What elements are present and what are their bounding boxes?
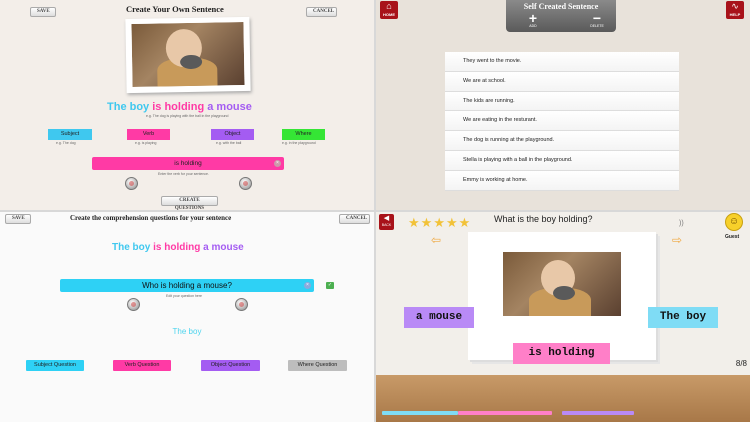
progress-counter: 8/8 (735, 359, 747, 368)
page-title: Create Your Own Sentence (126, 4, 224, 14)
star-icon: ★ (445, 215, 458, 230)
add-label: ADD (529, 24, 537, 28)
help-icon: ∿ (731, 1, 739, 11)
cancel-button[interactable]: CANCEL (306, 7, 337, 17)
list-item[interactable]: The kids are running. (445, 91, 679, 112)
minus-icon: − (592, 10, 602, 26)
object-hint: e.g. with the ball (216, 141, 242, 145)
speaker-icon[interactable]: )) (679, 220, 684, 227)
back-ball-icon[interactable] (127, 298, 140, 311)
help-label: HELP (729, 12, 741, 17)
comprehension-questions-panel: SAVE Create the comprehension questions … (0, 212, 374, 422)
question-hint: Edit your question here (166, 294, 202, 298)
question-input-value: Who is holding a mouse? (142, 281, 232, 290)
cancel-button[interactable]: CANCEL (339, 214, 370, 224)
sentence-verb: is holding (152, 101, 205, 113)
delete-button[interactable]: − DELETE (582, 10, 612, 28)
star-icon: ★ (408, 215, 420, 230)
picture-card (468, 232, 656, 360)
sentence-verb: is holding (153, 242, 201, 253)
star-icon: ★ (458, 215, 471, 230)
answer-text: The boy (172, 327, 202, 336)
sentence-preview: The boy is holding a mouse (112, 242, 244, 253)
question-input[interactable]: Who is holding a mouse? × (60, 279, 314, 292)
input-hint: Enter the verb for your sentence. (158, 172, 209, 176)
home-icon: ⌂ (386, 1, 392, 11)
verb-input-value: is holding (174, 160, 202, 167)
home-label: HOME (383, 12, 395, 17)
star-icon: ★ (433, 215, 445, 230)
back-ball-icon[interactable] (125, 177, 138, 190)
create-questions-button[interactable]: CREATE QUESTIONS (161, 196, 218, 210)
sentence-object: a mouse (207, 101, 252, 113)
question-title: What is the boy holding? (494, 214, 593, 224)
word-tile[interactable]: The boy (648, 307, 718, 328)
add-button[interactable]: + ADD (518, 10, 548, 28)
clear-icon[interactable]: × (274, 160, 281, 167)
back-button[interactable]: ◀ BACK (379, 214, 394, 230)
delete-label: DELETE (590, 24, 604, 28)
verb-chip[interactable]: Verb (127, 129, 170, 140)
list-item[interactable]: The dog is running at the playground. (445, 131, 679, 151)
save-button[interactable]: SAVE (5, 214, 31, 224)
list-item[interactable]: We are at school. (445, 71, 679, 92)
verb-input[interactable]: is holding × (92, 157, 284, 170)
word-tile[interactable]: is holding (513, 343, 610, 364)
next-ball-icon[interactable] (239, 177, 252, 190)
list-item[interactable]: They went to the movie. (445, 52, 679, 72)
back-icon: ◀ (383, 215, 390, 222)
subject-hint: e.g. The dog (56, 141, 76, 145)
toolbar: Self Created Sentence + ADD − DELETE (506, 0, 616, 32)
clear-icon[interactable]: × (304, 282, 311, 289)
word-tile[interactable]: a mouse (404, 307, 474, 328)
sentence-subject: The boy (107, 101, 150, 113)
back-label: BACK (381, 223, 392, 227)
confirm-icon[interactable]: ✓ (326, 282, 334, 289)
page-title: Create the comprehension questions for y… (70, 214, 232, 222)
object-question-button[interactable]: Object Question (201, 360, 260, 371)
sentence-list: They went to the movie. We are at school… (445, 52, 679, 191)
star-icon: ★ (420, 215, 433, 230)
where-hint: e.g. in the playground (282, 141, 316, 145)
help-button[interactable]: ∿ HELP (726, 1, 744, 19)
prev-arrow-icon[interactable]: ⇦ (431, 233, 441, 247)
list-item[interactable]: Stella is playing with a ball in the pla… (445, 150, 679, 171)
sentence-preview: The boy is holding a mouse (107, 101, 252, 113)
photo-frame (125, 16, 251, 94)
next-ball-icon[interactable] (235, 298, 248, 311)
verb-slot[interactable] (458, 411, 552, 415)
photo (503, 252, 621, 316)
subject-chip[interactable]: Subject (48, 129, 92, 140)
sentence-object: a mouse (203, 242, 244, 253)
self-created-sentence-panel: ⌂ HOME ∿ HELP Self Created Sentence + AD… (376, 0, 750, 210)
subject-slot[interactable] (382, 411, 458, 415)
photo (131, 22, 245, 87)
save-button[interactable]: SAVE (30, 7, 56, 17)
where-question-button[interactable]: Where Question (288, 360, 347, 371)
list-item[interactable]: We are eating in the resturant. (445, 111, 679, 132)
verb-question-button[interactable]: Verb Question (113, 360, 171, 371)
sentence-subject: The boy (112, 242, 151, 253)
object-slot[interactable] (562, 411, 634, 415)
star-rating: ★★★★★ (408, 214, 471, 232)
sentence-hint: e.g. The dog is playing with the ball in… (146, 114, 229, 118)
list-item[interactable]: Emmy is working at home. (445, 170, 679, 191)
verb-hint: e.g. is playing (135, 141, 157, 145)
subject-question-button[interactable]: Subject Question (26, 360, 84, 371)
plus-icon: + (528, 10, 538, 26)
smiley-icon[interactable]: ☺ (725, 213, 743, 231)
object-chip[interactable]: Object (211, 129, 254, 140)
home-button[interactable]: ⌂ HOME (380, 1, 398, 19)
create-sentence-panel: SAVE Create Your Own Sentence CANCEL The… (0, 0, 374, 210)
quiz-panel: ◀ BACK ★★★★★ What is the boy holding? ))… (376, 212, 750, 422)
next-arrow-icon[interactable]: ⇨ (672, 233, 682, 247)
where-chip[interactable]: Where (282, 129, 325, 140)
user-name: Guest (725, 234, 740, 240)
